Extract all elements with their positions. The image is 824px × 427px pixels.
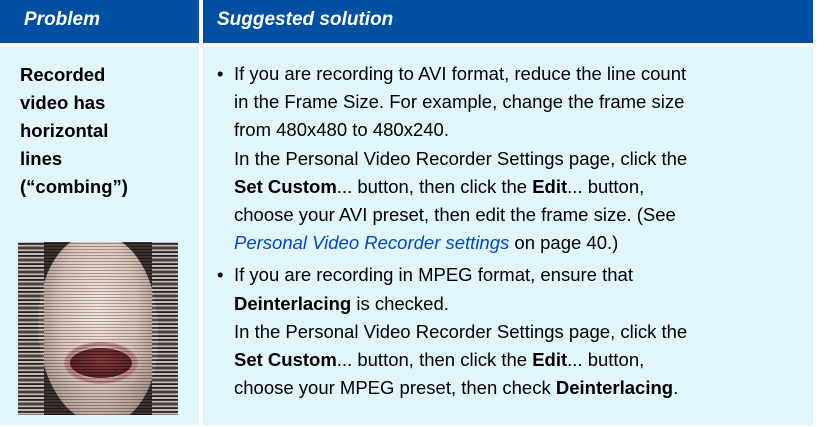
solution-text: In the Personal Video Recorder Settings … bbox=[234, 320, 688, 342]
solution-text: from 480x480 to 480x240. bbox=[234, 119, 449, 141]
solution-text: choose your MPEG preset, then check bbox=[234, 377, 556, 399]
solution-column-header: Suggested solution bbox=[203, 0, 813, 43]
problem-line: lines bbox=[20, 148, 63, 169]
solution-text: choose your AVI preset, then edit the fr… bbox=[234, 204, 676, 226]
solution-text: on page 40.) bbox=[509, 232, 619, 254]
cross-reference-link[interactable]: Personal Video Recorder settings bbox=[234, 232, 509, 253]
bullet-marker: • bbox=[217, 264, 224, 286]
solution-line: If you are recording in MPEG format, ens… bbox=[234, 261, 811, 289]
combing-example-image bbox=[18, 242, 178, 415]
solution-text: In the Personal Video Recorder Settings … bbox=[234, 147, 688, 169]
solution-line: If you are recording to AVI format, redu… bbox=[234, 60, 811, 88]
solution-cell: • If you are recording to AVI format, red… bbox=[203, 47, 813, 425]
bullet-marker: • bbox=[217, 63, 224, 84]
bold-term: Deinterlacing bbox=[555, 377, 674, 399]
bold-term: Edit bbox=[532, 349, 568, 371]
bold-term: Set Custom bbox=[234, 175, 337, 197]
solution-bullet-1: • If you are recording to AVI format, red… bbox=[217, 60, 811, 257]
solution-text: in the Frame Size. For example, change t… bbox=[234, 91, 685, 113]
solution-header-label: Suggested solution bbox=[217, 9, 394, 30]
problem-column-header: Problem bbox=[0, 0, 199, 43]
solution-line: Personal Video Recorder settings on page… bbox=[234, 229, 811, 257]
bold-term: Set Custom bbox=[234, 349, 337, 371]
solution-line: Deinterlacing is checked. bbox=[234, 290, 811, 318]
solution-line: In the Personal Video Recorder Settings … bbox=[234, 145, 811, 173]
solution-line: in the Frame Size. For example, change t… bbox=[234, 88, 811, 116]
problem-line: video has bbox=[20, 92, 106, 113]
solution-list: • If you are recording to AVI format, red… bbox=[217, 60, 811, 402]
solution-line: Set Custom... button, then click the Edi… bbox=[234, 346, 811, 374]
solution-text: ... button, then click the bbox=[336, 349, 533, 371]
solution-bullet-2: • If you are recording in MPEG format, en… bbox=[217, 261, 811, 402]
problem-text: Recorded video has horizontal lines (“co… bbox=[20, 61, 195, 201]
problem-line: horizontal bbox=[20, 120, 109, 141]
solution-text: If you are recording in MPEG format, ens… bbox=[234, 264, 633, 286]
bold-term: Deinterlacing bbox=[234, 292, 352, 314]
solution-text: ... button, bbox=[567, 175, 645, 197]
solution-text: ... button, then click the bbox=[336, 175, 533, 197]
bold-term: Edit bbox=[532, 175, 568, 197]
solution-line: Set Custom... button, then click the Edi… bbox=[234, 173, 811, 201]
solution-text: If you are recording to AVI format, redu… bbox=[234, 63, 687, 84]
solution-text: is checked. bbox=[351, 292, 449, 314]
solution-line: from 480x480 to 480x240. bbox=[234, 116, 811, 144]
solution-text: . bbox=[673, 377, 679, 399]
solution-line: choose your MPEG preset, then check Dein… bbox=[234, 374, 811, 402]
solution-line: choose your AVI preset, then edit the fr… bbox=[234, 201, 811, 229]
problem-header-label: Problem bbox=[24, 9, 101, 30]
problem-line: Recorded bbox=[20, 64, 106, 85]
solution-text: ... button, bbox=[567, 349, 645, 371]
problem-cell: Recorded video has horizontal lines (“co… bbox=[0, 47, 199, 425]
problem-line: (“combing”) bbox=[20, 176, 128, 197]
solution-line: In the Personal Video Recorder Settings … bbox=[234, 318, 811, 346]
